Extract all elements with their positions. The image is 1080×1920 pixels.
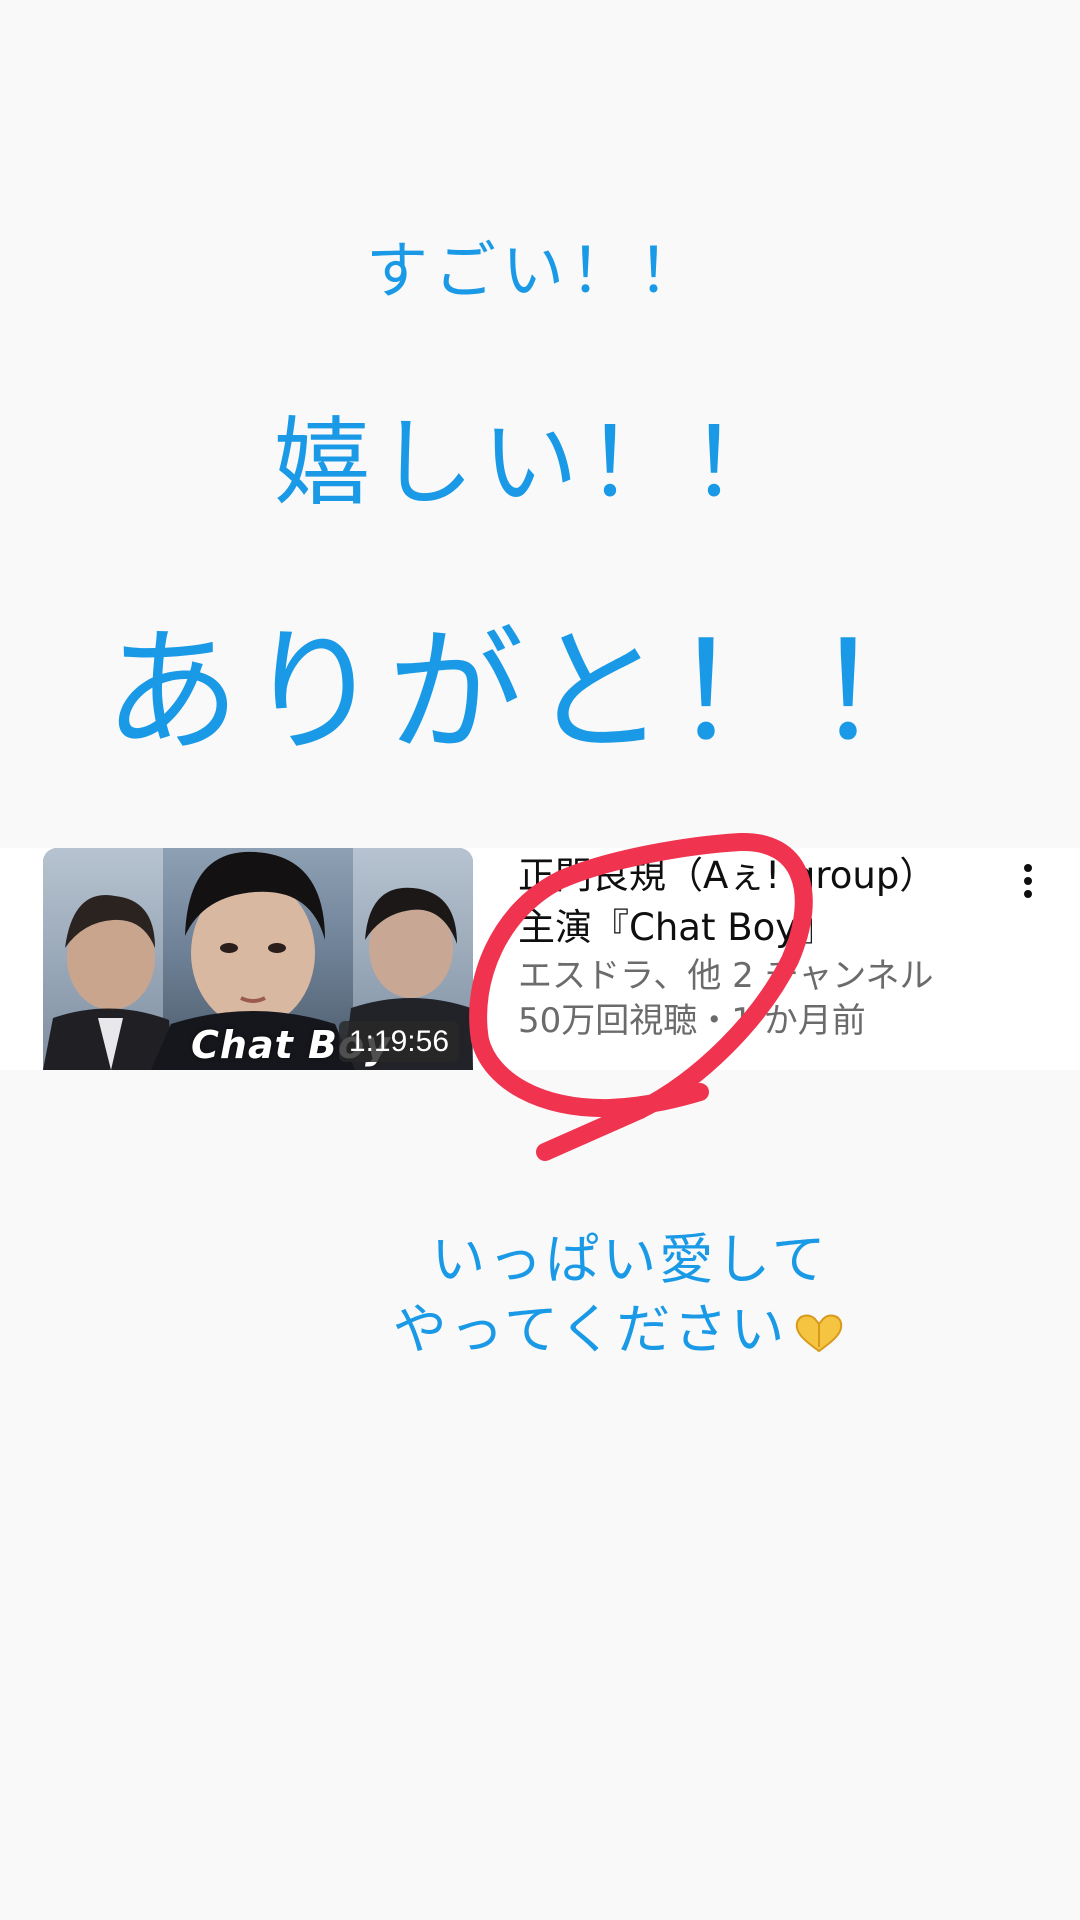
heart-hands-icon — [796, 1314, 843, 1353]
video-card[interactable]: Chat Boy 1:19:56 正門良規（Aぇ! group） 主演『Chat… — [0, 848, 1080, 1070]
caption-line-3: ありがと！！ — [104, 614, 956, 772]
caption-line-2: 嬉しい！！ — [274, 407, 794, 519]
video-title-line-1: 正門良規（Aぇ! group） — [518, 854, 937, 897]
video-title[interactable]: 正門良規（Aぇ! group） 主演『Chat Boy』 — [518, 850, 988, 954]
duration-badge: 1:19:56 — [338, 1021, 459, 1062]
closing-caption: いっぱい愛して やってください — [0, 1225, 1080, 1365]
video-title-line-2: 主演『Chat Boy』 — [518, 906, 835, 949]
closing-caption-line-2-text: やってください — [392, 1298, 788, 1361]
video-thumbnail[interactable]: Chat Boy 1:19:56 — [43, 848, 473, 1070]
view-stats: 50万回視聴・1 か月前 — [518, 1001, 866, 1041]
channel-name[interactable]: エスドラ、他 2 チャンネル — [518, 954, 988, 999]
video-meta: エスドラ、他 2 チャンネル 50万回視聴・1 か月前 — [518, 954, 988, 1044]
caption-line-1: すごい！！ — [365, 234, 706, 307]
closing-caption-line-2: やってください — [160, 1295, 1080, 1365]
more-vert-icon[interactable] — [1010, 854, 1046, 908]
closing-caption-line-1: いっぱい愛して — [431, 1228, 829, 1291]
